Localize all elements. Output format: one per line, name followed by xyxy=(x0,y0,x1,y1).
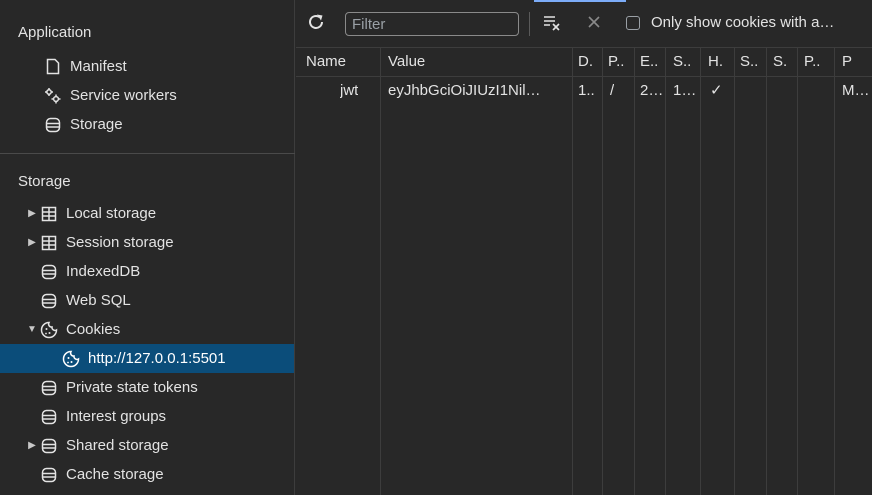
cell-expires[interactable]: 2… xyxy=(640,77,663,105)
toolbar-accent xyxy=(534,0,626,2)
sidebar: Application Manifest Service workers Sto… xyxy=(0,0,295,495)
cell-value[interactable]: eyJhbGciOiJIUzI1Nil… xyxy=(388,77,568,105)
sidebar-item-service-workers[interactable]: Service workers xyxy=(0,81,294,110)
toolbar-separator xyxy=(529,12,530,36)
column-header-size[interactable]: S.. xyxy=(673,48,691,76)
sidebar-item-label: Interest groups xyxy=(66,408,167,425)
sidebar-item-label: Cookies xyxy=(66,321,121,338)
cookies-panel: Only show cookies with a… Name Value D. … xyxy=(296,0,872,495)
column-header-partition-key[interactable]: P.. xyxy=(804,48,820,76)
sidebar-item-web-sql[interactable]: Web SQL xyxy=(0,286,294,315)
clear-filtered-icon[interactable] xyxy=(542,13,564,38)
column-divider xyxy=(834,48,835,495)
cookies-table: Name Value D. P.. E.. S.. H. S.. S. P.. … xyxy=(296,48,872,495)
sidebar-item-label: Service workers xyxy=(70,87,177,104)
sidebar-item-cookies[interactable]: ▼ Cookies xyxy=(0,315,294,344)
sidebar-item-indexeddb[interactable]: IndexedDB xyxy=(0,257,294,286)
column-header-expires[interactable]: E.. xyxy=(640,48,658,76)
sidebar-item-label: http://127.0.0.1:5501 xyxy=(88,350,226,367)
sidebar-item-manifest[interactable]: Manifest xyxy=(0,52,294,81)
expand-arrow-icon[interactable]: ▶ xyxy=(26,208,38,219)
column-divider xyxy=(665,48,666,495)
storage-header: Storage xyxy=(18,172,71,190)
sidebar-item-label: Storage xyxy=(70,116,123,133)
sidebar-item-label: Cache storage xyxy=(66,466,164,483)
table-icon xyxy=(40,234,58,252)
expand-arrow-icon[interactable]: ▶ xyxy=(26,440,38,451)
column-header-value[interactable]: Value xyxy=(388,48,425,76)
column-header-priority[interactable]: P xyxy=(842,48,852,76)
database-icon xyxy=(40,408,58,426)
database-icon xyxy=(40,437,58,455)
expand-arrow-icon[interactable]: ▶ xyxy=(26,237,38,248)
sidebar-item-cache-storage[interactable]: Cache storage xyxy=(0,460,294,489)
sidebar-item-cookie-origin[interactable]: http://127.0.0.1:5501 xyxy=(0,344,294,373)
sidebar-item-label: Session storage xyxy=(66,234,174,251)
database-icon xyxy=(40,466,58,484)
column-header-name[interactable]: Name xyxy=(306,48,346,76)
sidebar-divider xyxy=(0,153,295,154)
filter-input[interactable] xyxy=(345,12,519,36)
database-icon xyxy=(40,379,58,397)
cell-name[interactable]: jwt xyxy=(340,77,358,105)
application-header: Application xyxy=(18,23,92,41)
sidebar-item-label: Shared storage xyxy=(66,437,169,454)
sidebar-item-interest-groups[interactable]: Interest groups xyxy=(0,402,294,431)
sidebar-item-storage[interactable]: Storage xyxy=(0,110,294,139)
only-show-issues-label[interactable]: Only show cookies with a… xyxy=(651,14,834,31)
column-divider xyxy=(700,48,701,495)
column-divider xyxy=(602,48,603,495)
database-icon xyxy=(40,263,58,281)
refresh-icon[interactable] xyxy=(306,12,326,37)
document-icon xyxy=(44,58,62,76)
cell-priority[interactable]: M… xyxy=(842,77,870,105)
sidebar-item-label: Manifest xyxy=(70,58,127,75)
gears-icon xyxy=(44,87,62,105)
table-icon xyxy=(40,205,58,223)
sidebar-item-local-storage[interactable]: ▶ Local storage xyxy=(0,199,294,228)
toolbar: Only show cookies with a… xyxy=(296,0,872,48)
collapse-arrow-icon[interactable]: ▼ xyxy=(26,324,38,335)
column-divider xyxy=(797,48,798,495)
sidebar-item-shared-storage[interactable]: ▶ Shared storage xyxy=(0,431,294,460)
column-divider xyxy=(634,48,635,495)
cell-domain[interactable]: 1.. xyxy=(578,77,595,105)
cell-size[interactable]: 1… xyxy=(673,77,696,105)
database-icon xyxy=(40,292,58,310)
cookie-icon xyxy=(62,350,80,368)
sidebar-item-label: Private state tokens xyxy=(66,379,198,396)
sidebar-item-label: Local storage xyxy=(66,205,157,222)
only-show-issues-checkbox[interactable] xyxy=(626,16,640,30)
sidebar-item-label: Web SQL xyxy=(66,292,131,309)
column-header-secure[interactable]: S.. xyxy=(740,48,758,76)
sidebar-item-label: IndexedDB xyxy=(66,263,141,280)
column-divider xyxy=(572,48,573,495)
cookie-icon xyxy=(40,321,58,339)
cell-path[interactable]: / xyxy=(610,77,614,105)
column-header-path[interactable]: P.. xyxy=(608,48,624,76)
cell-httponly[interactable]: ✓ xyxy=(710,77,723,105)
column-divider xyxy=(380,48,381,495)
column-divider xyxy=(766,48,767,495)
database-icon xyxy=(44,116,62,134)
column-header-domain[interactable]: D. xyxy=(578,48,593,76)
column-header-samesite[interactable]: S. xyxy=(773,48,787,76)
delete-icon[interactable] xyxy=(587,15,601,34)
sidebar-item-private-state-tokens[interactable]: Private state tokens xyxy=(0,373,294,402)
column-divider xyxy=(734,48,735,495)
sidebar-item-session-storage[interactable]: ▶ Session storage xyxy=(0,228,294,257)
column-header-httponly[interactable]: H. xyxy=(708,48,723,76)
